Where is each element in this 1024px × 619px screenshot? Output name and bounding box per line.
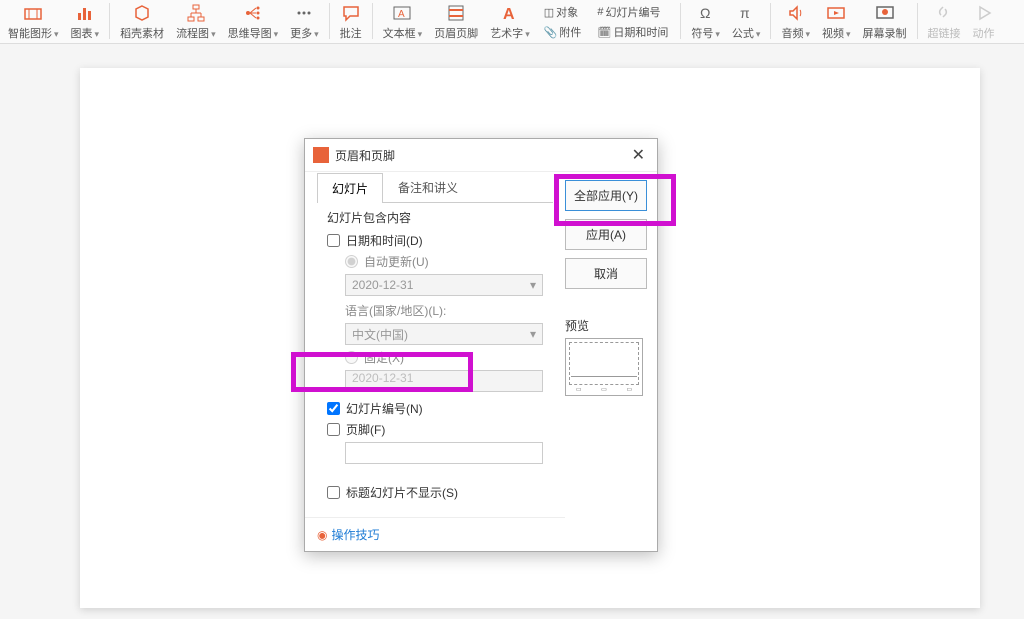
auto-update-radio-row: 自动更新(U) — [345, 253, 553, 270]
chevron-down-icon: ▾ — [530, 278, 536, 292]
title-not-show-checkbox[interactable] — [327, 486, 340, 499]
dialog-header: 页眉和页脚 ✕ — [305, 139, 657, 172]
datetime-checkbox[interactable] — [327, 234, 340, 247]
ribbon-object[interactable]: ◫对象 — [540, 3, 586, 21]
ribbon-comment[interactable]: 批注 — [334, 1, 368, 43]
close-button[interactable]: ✕ — [628, 145, 649, 165]
ribbon-symbol[interactable]: Ω 符号 — [685, 1, 726, 43]
mindmap-icon — [243, 3, 263, 23]
fixed-radio-row: 固定(X) — [345, 349, 553, 366]
title-not-show-label: 标题幻灯片不显示(S) — [346, 484, 458, 501]
textbox-icon: A — [392, 3, 412, 23]
title-not-show-row[interactable]: 标题幻灯片不显示(S) — [327, 484, 553, 501]
ribbon-action: 动作 — [967, 1, 1001, 43]
datetime-label: 日期和时间(D) — [346, 232, 423, 249]
apply-button[interactable]: 应用(A) — [565, 219, 647, 250]
ribbon-screen-record[interactable]: 屏幕录制 — [857, 1, 913, 43]
wordart-icon: A — [500, 3, 520, 23]
ribbon-object-group: ◫对象 📎附件 — [536, 1, 590, 43]
ribbon-mindmap[interactable]: 思维导图 — [222, 1, 285, 43]
audio-icon — [786, 3, 806, 23]
footer-label: 页脚(F) — [346, 421, 385, 438]
ribbon-hyperlink: 超链接 — [922, 1, 967, 43]
hyperlink-icon — [934, 3, 954, 23]
section-label: 幻灯片包含内容 — [327, 209, 553, 226]
flowchart-icon — [186, 3, 206, 23]
auto-update-radio — [345, 255, 358, 268]
slide-number-checkbox[interactable] — [327, 402, 340, 415]
symbol-icon: Ω — [696, 3, 716, 23]
separator — [109, 3, 110, 39]
footer-text-input[interactable] — [345, 442, 543, 464]
action-icon — [974, 3, 994, 23]
chevron-down-icon: ▾ — [530, 327, 536, 341]
datetime-checkbox-row[interactable]: 日期和时间(D) — [327, 232, 553, 249]
ribbon-video[interactable]: 视频 — [816, 1, 857, 43]
dialog-title: 页眉和页脚 — [335, 147, 628, 164]
svg-text:A: A — [503, 6, 515, 23]
object-icon: ◫ — [544, 6, 554, 19]
docer-icon — [132, 3, 152, 23]
preview-frame: ▭▭▭ — [565, 338, 643, 396]
more-icon — [294, 3, 314, 23]
auto-update-label: 自动更新(U) — [364, 253, 429, 270]
slide-number-label: 幻灯片编号(N) — [346, 400, 423, 417]
ribbon-equation[interactable]: π 公式 — [726, 1, 767, 43]
svg-text:Ω: Ω — [700, 5, 710, 21]
dialog-tabs: 幻灯片 备注和讲义 — [317, 172, 553, 203]
ribbon-header-footer[interactable]: 页眉页脚 — [428, 1, 484, 43]
preview-label: 预览 — [565, 317, 647, 334]
footer-checkbox[interactable] — [327, 423, 340, 436]
ribbon-docer[interactable]: 稻壳素材 — [114, 1, 170, 43]
fixed-radio — [345, 351, 358, 364]
fixed-label: 固定(X) — [364, 349, 404, 366]
slideno-icon: # — [597, 6, 603, 18]
tips-link[interactable]: 操作技巧 — [331, 526, 379, 543]
app-icon — [313, 147, 329, 163]
tab-notes[interactable]: 备注和讲义 — [383, 172, 473, 202]
attachment-icon: 📎 — [544, 26, 558, 39]
tips-icon: ◉ — [317, 528, 327, 542]
video-icon — [826, 3, 846, 23]
ribbon-slideno-group: #幻灯片编号 🗓日期和时间 — [589, 1, 676, 43]
ribbon-textbox[interactable]: A 文本框 — [377, 1, 429, 43]
preview-box: 预览 ▭▭▭ — [565, 317, 647, 396]
ribbon-audio[interactable]: 音频 — [775, 1, 816, 43]
chart-icon — [75, 3, 95, 23]
ribbon-chart[interactable]: 图表 — [65, 1, 106, 43]
ribbon-smart-graphics[interactable]: 智能图形 — [2, 1, 65, 43]
ribbon-flowchart[interactable]: 流程图 — [170, 1, 222, 43]
ribbon-slide-number[interactable]: #幻灯片编号 — [593, 3, 672, 21]
separator — [917, 3, 918, 39]
separator — [680, 3, 681, 39]
svg-text:A: A — [398, 9, 405, 20]
svg-text:π: π — [740, 5, 750, 21]
footer-checkbox-row[interactable]: 页脚(F) — [327, 421, 553, 438]
dialog-footer: ◉ 操作技巧 — [305, 517, 565, 551]
ribbon-datetime[interactable]: 🗓日期和时间 — [593, 23, 672, 41]
ribbon-wordart[interactable]: A 艺术字 — [484, 1, 536, 43]
lang-select: 中文(中国)▾ — [345, 323, 543, 345]
ribbon-more[interactable]: 更多 — [284, 1, 325, 43]
tab-slide[interactable]: 幻灯片 — [317, 173, 383, 203]
apply-all-button[interactable]: 全部应用(Y) — [565, 180, 647, 211]
header-footer-dialog: 页眉和页脚 ✕ 幻灯片 备注和讲义 幻灯片包含内容 日期和时间(D) 自动更新(… — [304, 138, 658, 552]
separator — [770, 3, 771, 39]
separator — [329, 3, 330, 39]
cancel-button[interactable]: 取消 — [565, 258, 647, 289]
ribbon-toolbar: 智能图形 图表 稻壳素材 流程图 思维导图 更多 批注 A 文本框 页眉页脚 A… — [0, 0, 1024, 44]
separator — [372, 3, 373, 39]
ribbon-attachment[interactable]: 📎附件 — [540, 23, 586, 41]
record-icon — [875, 3, 895, 23]
date-select: 2020-12-31▾ — [345, 274, 543, 296]
lang-label: 语言(国家/地区)(L): — [345, 302, 553, 319]
smart-graphics-icon — [23, 3, 43, 23]
slide-number-checkbox-row[interactable]: 幻灯片编号(N) — [327, 400, 553, 417]
fixed-date-input: 2020-12-31 — [345, 370, 543, 392]
header-footer-icon — [446, 3, 466, 23]
equation-icon: π — [736, 3, 756, 23]
comment-icon — [341, 3, 361, 23]
datetime-icon: 🗓 — [597, 26, 611, 39]
